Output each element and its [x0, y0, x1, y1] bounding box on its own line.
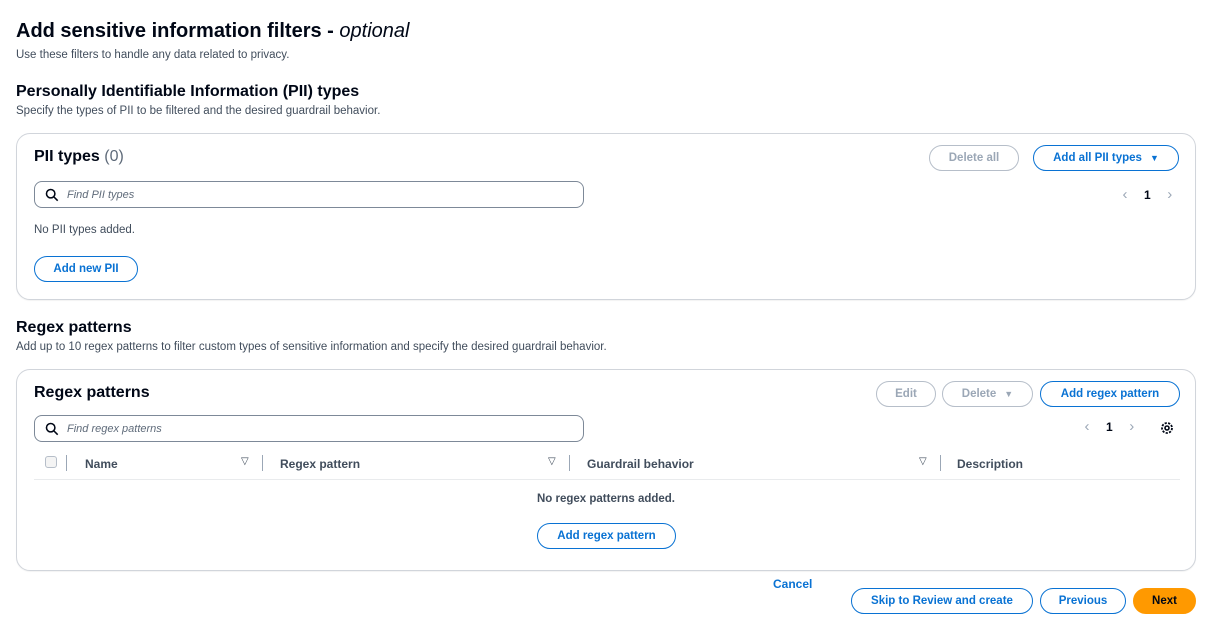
add-regex-pattern-empty-button[interactable]: Add regex pattern: [537, 523, 676, 549]
optional-label: optional: [339, 20, 410, 42]
regex-section-description: Add up to 10 regex patterns to filter cu…: [16, 341, 607, 353]
pii-section-description: Specify the types of PII to be filtered …: [16, 105, 381, 117]
add-all-pii-types-label: Add all PII types: [1053, 152, 1142, 164]
pii-section-header: Personally Identifiable Information (PII…: [16, 82, 380, 118]
edit-button[interactable]: Edit: [876, 381, 936, 407]
column-header-guardrail-behavior[interactable]: Guardrail behavior: [587, 457, 694, 471]
pii-page-number[interactable]: 1: [1144, 188, 1151, 202]
pii-pagination: ‹ 1 ›: [1118, 186, 1177, 203]
add-new-pii-button[interactable]: Add new PII: [34, 256, 138, 282]
regex-section-heading: Regex patterns: [16, 319, 132, 336]
next-button[interactable]: Next: [1133, 588, 1196, 614]
add-all-pii-types-button[interactable]: Add all PII types ▼: [1033, 145, 1179, 171]
sort-icon[interactable]: ▽: [919, 456, 927, 467]
skip-to-review-button[interactable]: Skip to Review and create: [851, 588, 1033, 614]
add-regex-pattern-button[interactable]: Add regex pattern: [1040, 381, 1180, 407]
next-page-icon[interactable]: ›: [1163, 186, 1177, 203]
regex-section-header: Regex patterns Add up to 10 regex patter…: [16, 318, 607, 354]
previous-button[interactable]: Previous: [1040, 588, 1126, 614]
pii-types-count: (0): [104, 148, 124, 165]
settings-gear-icon[interactable]: [1159, 420, 1175, 436]
delete-button[interactable]: Delete ▼: [942, 381, 1033, 407]
column-divider: [66, 455, 67, 471]
column-divider: [262, 455, 263, 471]
delete-label: Delete: [961, 388, 997, 400]
column-header-description[interactable]: Description: [957, 457, 1023, 471]
regex-search-placeholder: Find regex patterns: [67, 422, 162, 435]
regex-page-number[interactable]: 1: [1106, 420, 1113, 434]
page-description: Use these filters to handle any data rel…: [16, 49, 290, 61]
column-divider: [569, 455, 570, 471]
sort-icon[interactable]: ▽: [548, 456, 556, 467]
caret-down-icon: ▼: [1149, 153, 1159, 163]
regex-empty-text: No regex patterns added.: [536, 493, 676, 505]
search-icon: [45, 422, 59, 435]
pii-empty-text: No PII types added.: [34, 224, 136, 236]
column-header-regex-pattern[interactable]: Regex pattern: [280, 457, 360, 471]
pii-types-title: PII types (0): [34, 148, 124, 165]
regex-patterns-title: Regex patterns: [34, 384, 150, 401]
page-title: Add sensitive information filters - opti…: [16, 20, 410, 42]
select-all-checkbox[interactable]: [45, 456, 57, 468]
previous-page-icon[interactable]: ‹: [1118, 186, 1132, 203]
column-header-name[interactable]: Name: [85, 457, 118, 471]
cancel-button[interactable]: Cancel: [773, 577, 812, 591]
sort-icon[interactable]: ▽: [241, 456, 249, 467]
regex-pagination: ‹ 1 ›: [1080, 418, 1139, 435]
pii-section-heading: Personally Identifiable Information (PII…: [16, 83, 360, 100]
page-content: Add sensitive information filters - opti…: [16, 18, 1196, 571]
regex-table-header: Name ▽ Regex pattern ▽ Guardrail behavio…: [34, 450, 1180, 480]
pii-search-placeholder: Find PII types: [67, 188, 135, 201]
search-icon: [45, 188, 59, 201]
next-page-icon[interactable]: ›: [1125, 418, 1139, 435]
delete-all-button[interactable]: Delete all: [929, 145, 1019, 171]
regex-patterns-container: Regex patterns Edit Delete ▼ Add regex p…: [16, 369, 1196, 571]
regex-search-input[interactable]: Find regex patterns: [34, 415, 584, 442]
column-divider: [940, 455, 941, 471]
caret-down-icon: ▼: [1004, 389, 1014, 399]
previous-page-icon[interactable]: ‹: [1080, 418, 1094, 435]
pii-search-input[interactable]: Find PII types: [34, 181, 584, 208]
pii-types-container: PII types (0) Delete all Add all PII typ…: [16, 133, 1196, 300]
